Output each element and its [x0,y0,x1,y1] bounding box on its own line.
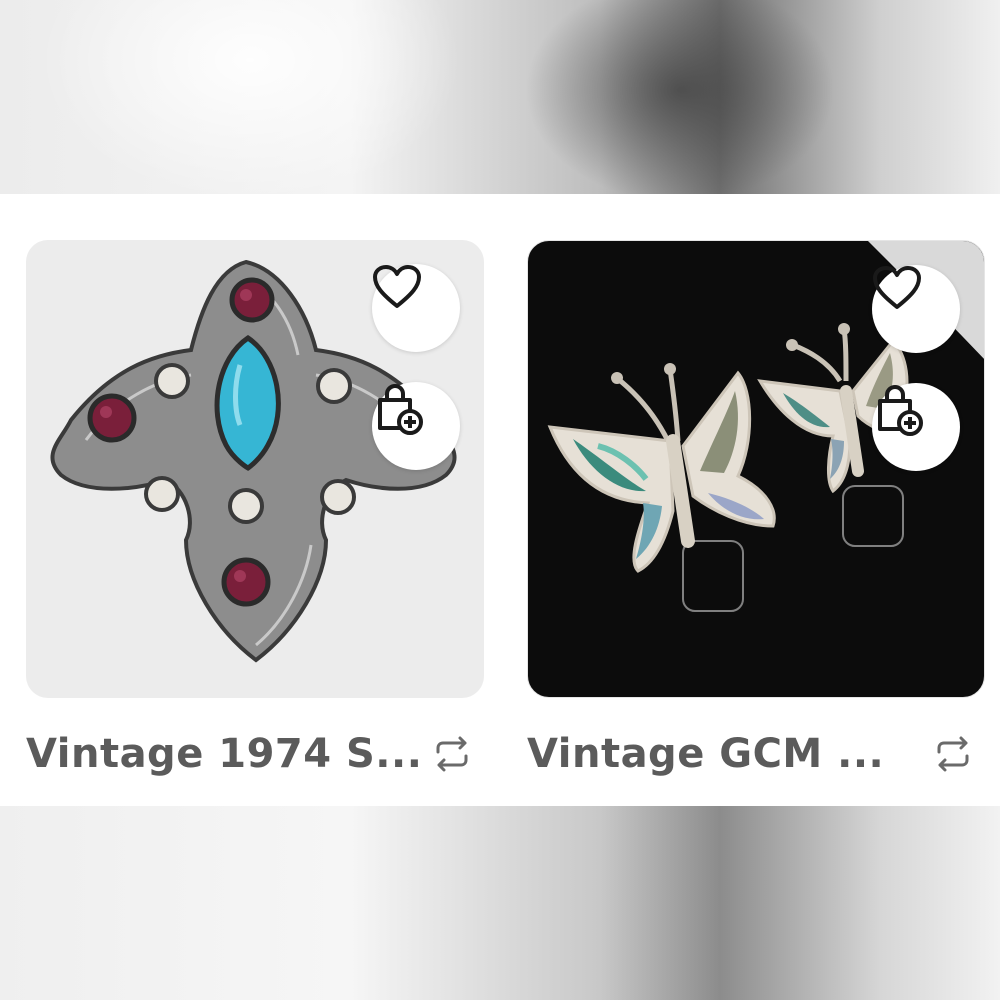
listing-photo[interactable] [26,240,484,698]
heart-icon [873,266,921,309]
blurred-background-top [0,0,1000,194]
listing-card[interactable]: Vintage GCM ... [527,240,985,777]
add-to-bundle-button[interactable] [372,382,460,470]
bag-plus-icon [878,384,923,436]
listing-title[interactable]: Vintage 1974 S... [26,731,422,777]
bag-plus-icon [378,383,423,435]
like-button[interactable] [872,265,960,353]
repost-icon [937,736,969,772]
share-button[interactable] [931,732,975,776]
add-to-bundle-button[interactable] [872,383,960,471]
blurred-background-bottom [0,806,1000,1000]
heart-icon [373,265,421,308]
listing-card[interactable]: Vintage 1974 S... [26,240,484,777]
listing-grid: Vintage 1974 S... Vintage GCM ... [0,194,1000,806]
share-button[interactable] [430,732,474,776]
listing-title[interactable]: Vintage GCM ... [527,731,884,777]
like-button[interactable] [372,264,460,352]
listing-photo[interactable] [527,240,985,698]
repost-icon [436,736,468,772]
